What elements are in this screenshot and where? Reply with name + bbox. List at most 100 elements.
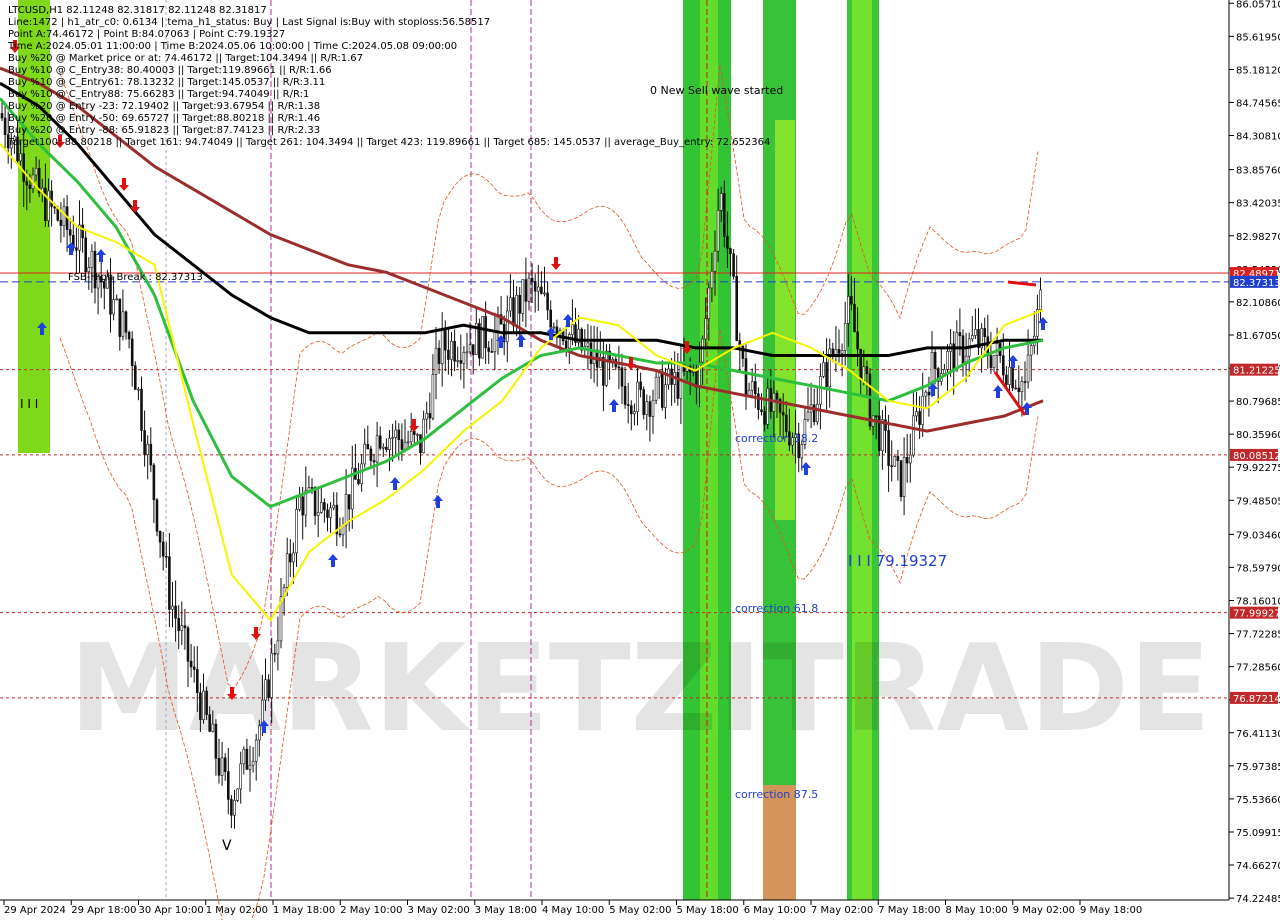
candle-body [220,757,224,776]
candle-body [186,627,190,662]
candle-body [636,381,639,413]
candle-body [267,679,270,698]
candle-body [589,342,593,364]
candle-body [471,344,475,356]
candle-body [406,441,410,444]
candle-body [716,210,720,252]
candle-body [230,799,233,816]
candle-body [416,434,419,436]
y-tick-label: 79.92275 [1236,463,1280,474]
candle-body [822,362,825,377]
x-tick-label: 5 May 18:00 [677,905,739,916]
candle-body [555,326,559,335]
candle-body [918,411,921,425]
header-line: LTCUSD,H1 82.11248 82.31817 82.11248 82.… [8,5,267,16]
candle-body [775,392,779,400]
x-tick-label: 1 May 18:00 [273,905,335,916]
y-tick-label: 75.97385 [1236,762,1280,773]
candle-body [505,310,509,343]
candle-body [698,361,701,388]
candle-body [369,448,373,461]
light-green-zone-3 [775,120,795,520]
candle-body [645,401,649,415]
candle-body [955,332,959,372]
candle-body [149,443,153,466]
candle-body [853,303,856,333]
x-tick-label: 7 May 02:00 [811,905,873,916]
candle-body [540,286,543,294]
sell-wave-label: 0 New Sell wave started [650,84,783,97]
candle-body [323,502,326,511]
candle-body [28,184,32,189]
candle-body [815,403,819,423]
x-tick-label: 1 May 02:00 [206,905,268,916]
candle-body [750,381,754,391]
candle-body [134,365,137,390]
y-tick-label: 74.66270 [1236,861,1280,872]
candle-body [521,279,525,314]
y-tick-label: 83.42035 [1236,199,1280,210]
candle-body [974,328,977,336]
candle-body [425,413,429,420]
candle-body [744,358,748,396]
candle-body [654,376,658,401]
candle-body [360,463,363,485]
candle-body [651,399,655,417]
candle-body [992,355,996,368]
candle-body [192,666,196,670]
candle-body [735,276,739,341]
candle-body [552,326,556,329]
chart-root: MARKETZITRADE 0 New Sell wave started FS… [0,0,1280,924]
candle-body [251,760,255,766]
candle-body [564,340,568,349]
candle-body [394,429,398,438]
candle-body [34,168,38,176]
candle-body [536,286,540,292]
candle-body [946,351,949,370]
candle-body [732,253,735,277]
candle-body [118,298,122,337]
candle-body [905,456,909,464]
candle-body [419,434,422,454]
x-tick-label: 2 May 10:00 [340,905,402,916]
candle-body [344,494,348,526]
candle-body [846,296,850,324]
candle-body [800,444,804,459]
candle-body [567,334,571,349]
candle-body [316,512,320,516]
candle-body [642,389,646,415]
candle-body [363,443,367,465]
level-label: 77.99927 [1233,609,1280,620]
candle-body [713,250,717,272]
price-chart[interactable]: MARKETZITRADE 0 New Sell wave started FS… [0,0,1280,924]
candle-body [629,405,633,415]
y-tick-label: 80.79685 [1236,397,1280,408]
candle-body [753,381,757,395]
candle-body [633,411,636,415]
candle-body [617,366,621,369]
candle-body [301,496,305,516]
candle-body [326,509,329,518]
candle-body [626,404,630,406]
candle-body [254,739,258,762]
candle-body [660,371,664,408]
candle-body [912,415,915,456]
candle-body [543,292,546,295]
header-line: Buy %10 @ C_Entry38: 80.40003 || Target:… [8,65,332,76]
y-tick-label: 86.05710 [1236,0,1280,10]
header-line: Time A:2024.05.01 11:00:00 | Time B:2024… [7,41,457,52]
candle-body [372,460,376,463]
candle-body [933,352,937,369]
bottom-mark: V [222,838,232,854]
y-tick-label: 77.28560 [1236,663,1280,674]
candle-body [357,479,360,485]
candle-body [896,456,900,461]
candle-body [664,384,667,408]
candle-body [378,435,382,449]
y-tick-label: 74.22485 [1236,894,1280,905]
candle-body [385,446,388,450]
candle-body [409,430,413,443]
candle-body [453,340,456,362]
candle-body [729,248,732,255]
candle-body [825,362,828,388]
